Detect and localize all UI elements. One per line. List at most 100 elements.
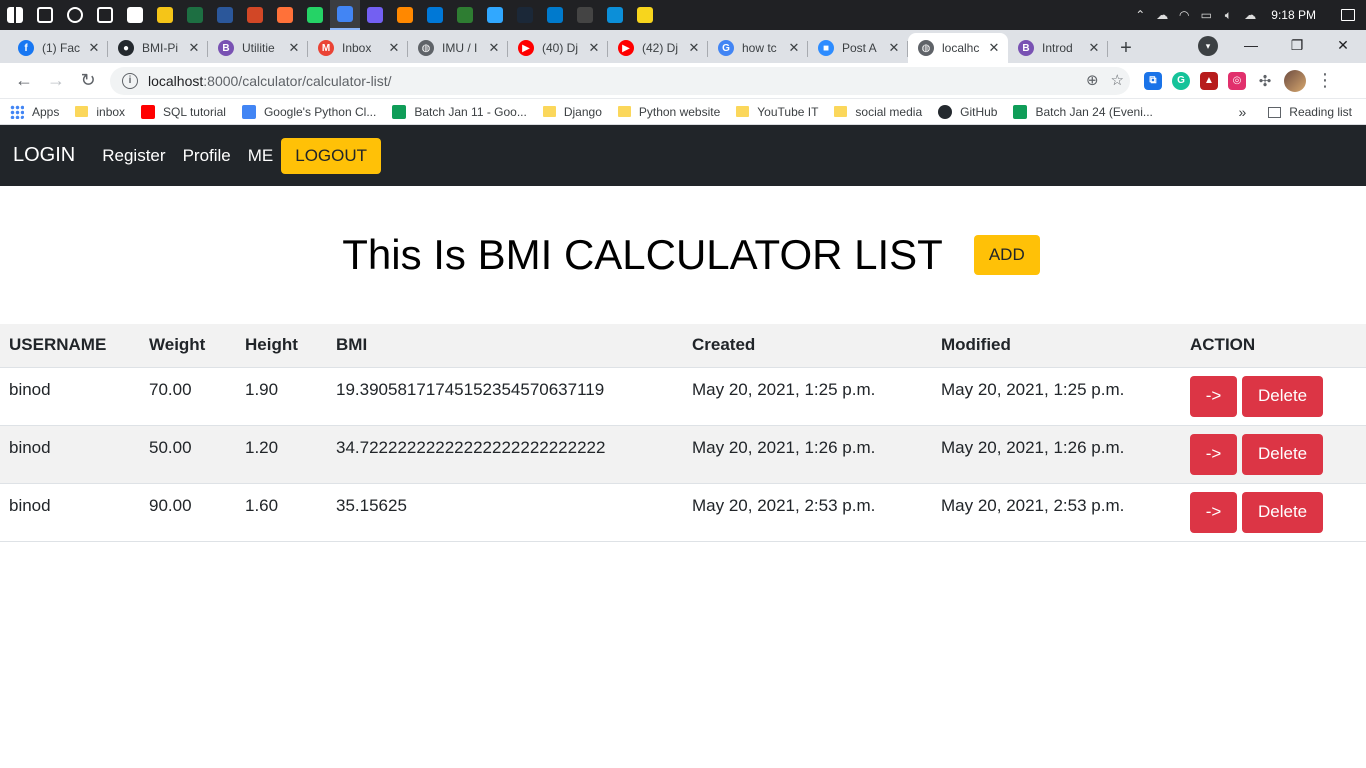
delete-button[interactable]: Delete — [1242, 491, 1324, 533]
reload-button[interactable]: ↻ — [72, 65, 104, 97]
browser-tab[interactable]: f (1) Fac ✕ — [8, 33, 108, 63]
file-explorer-icon[interactable] — [150, 0, 180, 30]
close-tab-icon[interactable]: ✕ — [786, 40, 802, 56]
me-link[interactable]: ME — [248, 146, 274, 166]
cmd-icon[interactable] — [570, 0, 600, 30]
powerpoint-icon[interactable] — [240, 0, 270, 30]
table-row: binod 90.00 1.60 35.15625 May 20, 2021, … — [0, 483, 1366, 542]
bookmark-star-icon[interactable]: ☆ — [1111, 71, 1124, 89]
minimize-button[interactable]: — — [1228, 30, 1274, 60]
close-tab-icon[interactable]: ✕ — [886, 40, 902, 56]
register-link[interactable]: Register — [102, 146, 165, 166]
close-tab-icon[interactable]: ✕ — [686, 40, 702, 56]
browser-tab[interactable]: B Utilitie ✕ — [208, 33, 308, 63]
browser-tab[interactable]: ◍ localhc ✕ — [908, 33, 1008, 63]
close-tab-icon[interactable]: ✕ — [186, 40, 202, 56]
profile-link[interactable]: Profile — [183, 146, 231, 166]
close-tab-icon[interactable]: ✕ — [986, 40, 1002, 56]
zoom-icon[interactable]: ⊕ — [1086, 71, 1099, 89]
bookmark-item[interactable]: social media — [834, 105, 922, 119]
chevron-up-icon[interactable]: ⌃ — [1129, 0, 1151, 30]
bookmark-item[interactable]: Batch Jan 11 - Goo... — [392, 104, 527, 119]
reading-list-button[interactable]: Reading list — [1268, 105, 1352, 119]
view-button[interactable]: -> — [1190, 375, 1237, 417]
browser-tab[interactable]: ▶ (40) Dj ✕ — [508, 33, 608, 63]
viber-icon[interactable] — [360, 0, 390, 30]
bookmark-item[interactable]: GitHub — [938, 104, 997, 119]
grammarly-icon[interactable]: G — [1172, 71, 1190, 90]
cortana-icon[interactable] — [60, 0, 90, 30]
bookmark-item[interactable]: Google's Python Cl... — [241, 104, 376, 119]
bookmark-item[interactable]: Python website — [617, 105, 720, 119]
login-link[interactable]: LOGIN — [13, 144, 75, 167]
notification-icon[interactable] — [1330, 0, 1366, 30]
extension-blue-icon[interactable]: ⧉ — [1144, 71, 1162, 90]
close-tab-icon[interactable]: ✕ — [486, 40, 502, 56]
edge-icon[interactable] — [600, 0, 630, 30]
calendar-icon[interactable] — [420, 0, 450, 30]
browser-menu-icon[interactable]: ⋮ — [1316, 70, 1334, 91]
new-tab-button[interactable]: + — [1112, 33, 1140, 63]
wifi-icon[interactable]: ◠ — [1173, 0, 1195, 30]
cell-bmi: 34.72222222222222222222222222 — [327, 425, 683, 484]
excel-icon[interactable] — [180, 0, 210, 30]
vlc-icon[interactable] — [390, 0, 420, 30]
photoshop-icon[interactable] — [480, 0, 510, 30]
word-icon[interactable] — [210, 0, 240, 30]
cell-modified: May 20, 2021, 1:25 p.m. — [932, 367, 1181, 426]
vscode-icon[interactable] — [540, 0, 570, 30]
chrome-icon[interactable] — [330, 0, 360, 30]
taskbar-clock[interactable]: 9:18 PM — [1261, 8, 1330, 22]
firefox-icon[interactable] — [270, 0, 300, 30]
browser-tab[interactable]: ● BMI-Pi ✕ — [108, 33, 208, 63]
restore-button[interactable]: ❐ — [1274, 30, 1320, 60]
browser-tab[interactable]: Ghow tc ✕ — [708, 33, 808, 63]
browser-tab[interactable]: M Inbox ✕ — [308, 33, 408, 63]
bookmark-item[interactable]: YouTube IT — [736, 105, 818, 119]
bookmark-item[interactable]: Batch Jan 24 (Eveni... — [1013, 104, 1153, 119]
view-button[interactable]: -> — [1190, 491, 1237, 533]
logout-button[interactable]: LOGOUT — [281, 137, 382, 174]
store-icon[interactable] — [120, 0, 150, 30]
bookmark-item[interactable]: inbox — [75, 105, 125, 119]
windows-start-icon[interactable] — [0, 0, 30, 30]
browser-tab[interactable]: ■ Post A ✕ — [808, 33, 908, 63]
apps-grid-icon — [10, 104, 24, 119]
close-tab-icon[interactable]: ✕ — [586, 40, 602, 56]
bookmark-item[interactable]: Apps — [10, 104, 59, 119]
bookmark-item[interactable]: SQL tutorial — [141, 104, 226, 119]
browser-tab[interactable]: B Introd ✕ — [1008, 33, 1108, 63]
forward-button[interactable]: → — [40, 65, 72, 97]
tab-search-icon[interactable]: ▾ — [1198, 36, 1218, 56]
close-tab-icon[interactable]: ✕ — [1086, 40, 1102, 56]
bookmark-item[interactable]: Django — [542, 105, 602, 119]
browser-tab[interactable]: ◍ IMU / I ✕ — [408, 33, 508, 63]
close-tab-icon[interactable]: ✕ — [386, 40, 402, 56]
instagram-icon[interactable]: ◎ — [1228, 71, 1246, 90]
back-button[interactable]: ← — [8, 65, 40, 97]
delete-button[interactable]: Delete — [1242, 375, 1324, 417]
green-app-icon[interactable] — [450, 0, 480, 30]
steam-icon[interactable] — [510, 0, 540, 30]
add-button[interactable]: ADD — [973, 235, 1040, 275]
more-bookmarks-icon[interactable]: » — [1239, 104, 1247, 120]
url-input[interactable]: i localhost:8000/calculator/calculator-l… — [110, 66, 1130, 95]
extension-red-icon[interactable]: ▲ — [1200, 71, 1218, 90]
site-info-icon[interactable]: i — [122, 72, 138, 89]
extensions-puzzle-icon[interactable]: ✣ — [1256, 72, 1274, 90]
volume-icon[interactable]: 🔈︎ — [1217, 0, 1239, 30]
search-icon[interactable] — [30, 0, 60, 30]
sticky-notes-icon[interactable] — [630, 0, 660, 30]
upload-cloud-icon[interactable]: ☁ — [1239, 0, 1261, 30]
whatsapp-icon[interactable] — [300, 0, 330, 30]
view-button[interactable]: -> — [1190, 433, 1237, 475]
close-window-button[interactable]: ✕ — [1320, 30, 1366, 60]
close-tab-icon[interactable]: ✕ — [86, 40, 102, 56]
profile-avatar[interactable] — [1284, 69, 1306, 92]
onedrive-cloud-icon[interactable]: ☁ — [1151, 0, 1173, 30]
browser-tab[interactable]: ▶ (42) Dj ✕ — [608, 33, 708, 63]
close-tab-icon[interactable]: ✕ — [286, 40, 302, 56]
battery-icon[interactable]: ▭ — [1195, 0, 1217, 30]
delete-button[interactable]: Delete — [1242, 433, 1324, 475]
task-view-icon[interactable] — [90, 0, 120, 30]
